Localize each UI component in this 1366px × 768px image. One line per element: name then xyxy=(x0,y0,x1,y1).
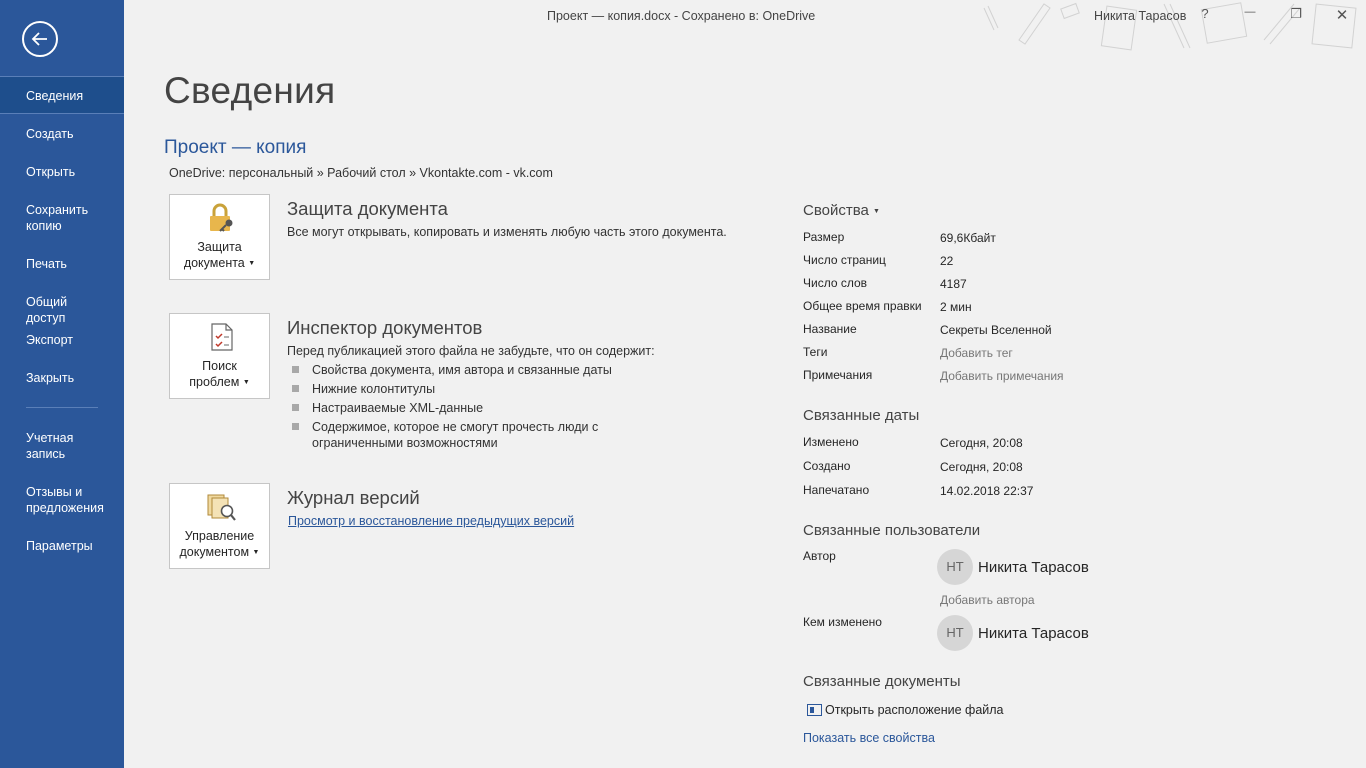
nav-item-open[interactable]: Открыть xyxy=(0,164,101,180)
property-label: Число страниц xyxy=(803,253,886,267)
lock-key-icon xyxy=(210,203,233,232)
date-value: 14.02.2018 22:37 xyxy=(940,484,1034,498)
signed-in-user[interactable]: Никита Тарасов xyxy=(1094,9,1186,23)
related-people-header: Связанные пользователи xyxy=(803,522,981,539)
related-dates-header: Связанные даты xyxy=(803,407,920,424)
nav-item-export[interactable]: Экспорт xyxy=(0,332,99,348)
minimize-button[interactable]: — xyxy=(1239,6,1261,26)
list-item: Настраиваемые XML-данные xyxy=(290,400,710,416)
author-name[interactable]: Никита Тарасов xyxy=(978,559,1089,576)
nav-item-new[interactable]: Создать xyxy=(0,126,100,142)
nav-item-options[interactable]: Параметры xyxy=(0,538,119,554)
folder-location-icon xyxy=(807,704,822,716)
versions-label-1: Управление xyxy=(184,529,255,543)
nav-item-info[interactable]: Сведения xyxy=(0,76,124,114)
list-item: Нижние колонтитулы xyxy=(290,381,710,397)
manage-versions-icon xyxy=(207,494,236,521)
property-value: 4187 xyxy=(940,277,967,291)
related-documents-header: Связанные документы xyxy=(803,673,961,690)
view-restore-versions-link[interactable]: Просмотр и восстановление предыдущих вер… xyxy=(288,514,574,528)
date-label: Создано xyxy=(803,459,851,473)
manage-document-button[interactable]: Управление документом ▼ xyxy=(169,483,270,569)
avatar: НТ xyxy=(937,549,973,585)
document-path[interactable]: OneDrive: персональный » Рабочий стол » … xyxy=(169,166,553,180)
dropdown-caret-icon: ▼ xyxy=(242,379,250,386)
date-label: Изменено xyxy=(803,435,859,449)
document-check-icon xyxy=(211,323,233,351)
property-label: Размер xyxy=(803,230,845,244)
property-label: Название xyxy=(803,322,857,336)
add-author-field[interactable]: Добавить автора xyxy=(940,593,1035,607)
protect-document-button[interactable]: Защита документа ▼ xyxy=(169,194,270,280)
properties-dropdown[interactable]: Свойства ▼ xyxy=(803,202,880,219)
window-title: Проект — копия.docx - Сохранено в: OneDr… xyxy=(547,9,816,23)
protect-label-2: документа xyxy=(183,256,245,270)
restore-button[interactable]: ❐ xyxy=(1285,6,1307,26)
title-field[interactable]: Секреты Вселенной xyxy=(940,323,1052,337)
document-name: Проект — копия xyxy=(164,137,307,158)
dropdown-caret-icon: ▼ xyxy=(252,549,260,556)
page-title: Сведения xyxy=(164,70,336,111)
property-label: Число слов xyxy=(803,276,868,290)
nav-item-close[interactable]: Закрыть xyxy=(0,370,100,386)
title-bar: Проект — копия.docx - Сохранено в: OneDr… xyxy=(124,0,1366,51)
property-value: 2 мин xyxy=(940,300,972,314)
backstage-sidebar: Сведения Создать Открыть Сохранить копию… xyxy=(0,0,124,768)
date-value: Сегодня, 20:08 xyxy=(940,460,1023,474)
show-all-properties-link[interactable]: Показать все свойства xyxy=(803,731,935,745)
inspect-description: Перед публикацией этого файла не забудьт… xyxy=(287,344,655,358)
open-file-location-label: Открыть расположение файла xyxy=(825,703,1004,717)
nav-item-save-copy[interactable]: Сохранить копию xyxy=(0,202,124,234)
versions-title: Журнал версий xyxy=(287,487,420,508)
nav-divider xyxy=(26,407,98,408)
author-label: Автор xyxy=(803,549,836,563)
open-file-location-button[interactable]: Открыть расположение файла xyxy=(807,703,1004,717)
comments-field[interactable]: Добавить примечания xyxy=(940,369,1064,383)
inspect-label-2: проблем xyxy=(189,375,240,389)
back-arrow-icon xyxy=(31,32,47,46)
modified-by-label: Кем изменено xyxy=(803,615,882,629)
property-label: Примечания xyxy=(803,368,873,382)
check-issues-button[interactable]: Поиск проблем ▼ xyxy=(169,313,270,399)
property-label: Общее время правки xyxy=(803,299,922,313)
protect-label-1: Защита xyxy=(197,240,242,254)
inspect-label-1: Поиск xyxy=(202,359,237,373)
date-value: Сегодня, 20:08 xyxy=(940,436,1023,450)
list-item: Свойства документа, имя автора и связанн… xyxy=(290,362,710,378)
close-button[interactable]: ✕ xyxy=(1331,6,1353,26)
dropdown-caret-icon: ▼ xyxy=(873,208,880,215)
list-item: Содержимое, которое не смогут прочесть л… xyxy=(290,419,690,451)
protect-title: Защита документа xyxy=(287,198,448,219)
nav-item-feedback[interactable]: Отзывы и предложения xyxy=(0,484,124,516)
help-button[interactable]: ? xyxy=(1194,6,1216,26)
nav-item-print[interactable]: Печать xyxy=(0,256,93,272)
property-value: 69,6Кбайт xyxy=(940,231,996,245)
nav-item-share[interactable]: Общий доступ xyxy=(0,294,124,326)
nav-item-account[interactable]: Учетная запись xyxy=(0,430,110,462)
versions-label-2: документом xyxy=(179,545,250,559)
modified-by-name[interactable]: Никита Тарасов xyxy=(978,625,1089,642)
avatar: НТ xyxy=(937,615,973,651)
inspect-list: Свойства документа, имя автора и связанн… xyxy=(290,362,710,454)
properties-header: Свойства xyxy=(803,202,869,219)
inspect-title: Инспектор документов xyxy=(287,317,483,338)
tags-field[interactable]: Добавить тег xyxy=(940,346,1013,360)
property-label: Теги xyxy=(803,345,828,359)
back-button[interactable] xyxy=(22,21,58,57)
property-value: 22 xyxy=(940,254,954,268)
protect-description: Все могут открывать, копировать и изменя… xyxy=(287,225,727,239)
dropdown-caret-icon: ▼ xyxy=(248,260,256,267)
date-label: Напечатано xyxy=(803,483,870,497)
